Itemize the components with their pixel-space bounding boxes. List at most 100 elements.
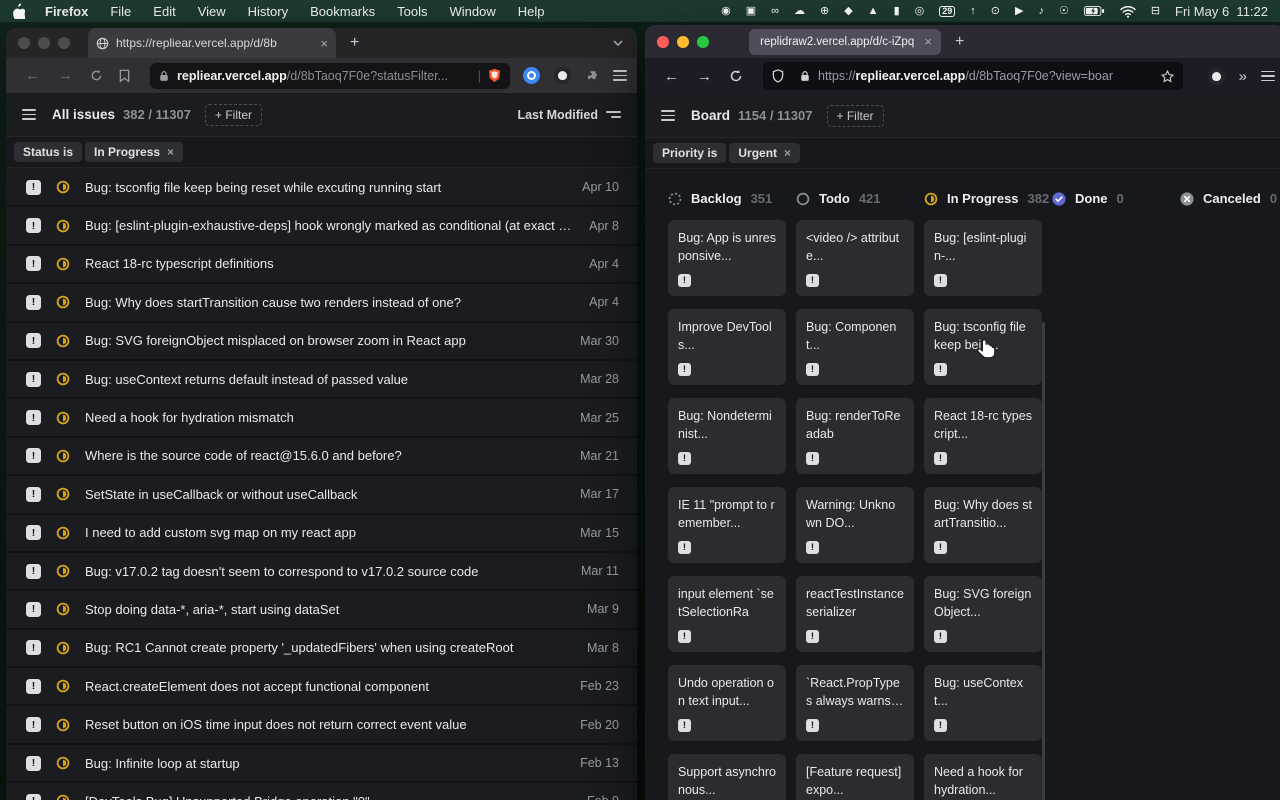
url-bar[interactable]: https://repliear.vercel.app/d/8bTaoq7F0e… — [763, 62, 1183, 90]
add-filter-button[interactable]: + Filter — [205, 104, 262, 126]
board-card[interactable]: <video /> attribute... ! — [796, 220, 914, 296]
apple-menu-icon[interactable] — [12, 3, 27, 19]
github-extension-icon[interactable] — [554, 67, 571, 84]
onepassword-icon[interactable]: ◎ — [915, 6, 925, 17]
issue-row[interactable]: ! React.createElement does not accept fu… — [6, 668, 637, 706]
column-scrollbar[interactable] — [1042, 322, 1045, 800]
close-tab-icon[interactable]: × — [320, 36, 328, 51]
volume-icon[interactable]: ♪ — [1038, 6, 1044, 17]
app-menu-icon[interactable] — [661, 110, 675, 121]
board-card[interactable]: Undo operation on text input... ! — [668, 665, 786, 741]
filter-value-chip[interactable]: In Progress × — [85, 142, 183, 162]
zoom-window-button[interactable] — [697, 36, 709, 48]
board-card[interactable]: Bug: Why does startTransitio... ! — [924, 487, 1042, 563]
issue-row[interactable]: ! [DevTools Bug] Unsupported Bridge oper… — [6, 783, 637, 800]
forward-button[interactable]: → — [58, 67, 73, 84]
issue-row[interactable]: ! React 18-rc typescript definitions Apr… — [6, 246, 637, 284]
issue-row[interactable]: ! Bug: [eslint-plugin-exhaustive-deps] h… — [6, 207, 637, 245]
menubar-menu-edit[interactable]: Edit — [153, 4, 175, 19]
board-card[interactable]: React 18-rc typescript... ! — [924, 398, 1042, 474]
back-button[interactable]: ← — [664, 68, 679, 85]
overflow-chevrons-icon[interactable]: » — [1239, 68, 1247, 85]
issue-row[interactable]: ! Bug: tsconfig file keep being reset wh… — [6, 169, 637, 207]
board-card[interactable]: Bug: tsconfig file keep bein... ! — [924, 309, 1042, 385]
new-tab-button[interactable]: + — [955, 33, 964, 51]
minimize-window-button[interactable] — [677, 36, 689, 48]
back-button[interactable]: ← — [25, 67, 40, 84]
board-card[interactable]: Warning: Unknown DO... ! — [796, 487, 914, 563]
menubar-menu-help[interactable]: Help — [518, 4, 545, 19]
play-icon[interactable]: ▶ — [1015, 6, 1023, 17]
app-menu-icon[interactable] — [22, 109, 36, 120]
board-card[interactable]: Support asynchronous... ! — [668, 754, 786, 800]
board-card[interactable]: input element `setSelectionRa ! — [668, 576, 786, 652]
forward-button[interactable]: → — [697, 68, 712, 85]
user-switch-icon[interactable]: ⊟ — [1151, 6, 1160, 17]
filter-value-chip[interactable]: Urgent × — [729, 143, 800, 163]
browser-menu-icon[interactable] — [1261, 71, 1275, 82]
board-card[interactable]: Bug: [eslint-plugin-... ! — [924, 220, 1042, 296]
issue-row[interactable]: ! Bug: v17.0.2 tag doesn't seem to corre… — [6, 553, 637, 591]
issue-row[interactable]: ! Bug: RC1 Cannot create property '_upda… — [6, 630, 637, 668]
board-card[interactable]: Improve DevTools... ! — [668, 309, 786, 385]
menubar-menu-history[interactable]: History — [248, 4, 288, 19]
menubar-app-name[interactable]: Firefox — [45, 4, 88, 19]
url-bar[interactable]: repliear.vercel.app /d/8bTaoq7F0e?status… — [150, 63, 510, 89]
close-window-button[interactable] — [18, 37, 30, 49]
browser-menu-icon[interactable] — [613, 70, 627, 81]
issue-row[interactable]: ! Bug: Infinite loop at startup Feb 13 — [6, 745, 637, 783]
issue-row[interactable]: ! I need to add custom svg map on my rea… — [6, 515, 637, 553]
issue-row[interactable]: ! Reset button on iOS time input does no… — [6, 706, 637, 744]
board-card[interactable]: Bug: useContext... ! — [924, 665, 1042, 741]
board-card[interactable]: Need a hook for hydration... ! — [924, 754, 1042, 800]
battery-icon[interactable] — [1084, 6, 1105, 16]
menubar-menu-tools[interactable]: Tools — [397, 4, 427, 19]
reload-button[interactable] — [90, 69, 103, 82]
issue-row[interactable]: ! Need a hook for hydration mismatch Mar… — [6, 399, 637, 437]
menubar-menu-file[interactable]: File — [110, 4, 131, 19]
sync-loop-icon[interactable]: ∞ — [771, 6, 779, 17]
tracking-shield-icon[interactable] — [772, 69, 784, 83]
extensions-puzzle-icon[interactable] — [585, 69, 599, 83]
issue-row[interactable]: ! Bug: SVG foreignObject misplaced on br… — [6, 323, 637, 361]
window-controls[interactable] — [657, 36, 709, 48]
issue-row[interactable]: ! Stop doing data-*, aria-*, start using… — [6, 591, 637, 629]
stats-bars-icon[interactable]: ▮ — [894, 6, 900, 17]
menubar-menu-view[interactable]: View — [198, 4, 226, 19]
remove-filter-icon[interactable]: × — [784, 146, 791, 160]
menubar-menu-window[interactable]: Window — [450, 4, 496, 19]
board-card[interactable]: IE 11 "prompt to remember... ! — [668, 487, 786, 563]
bookmark-icon[interactable] — [119, 69, 130, 83]
screen-record-icon[interactable]: ◉ — [721, 6, 731, 17]
cloud-icon[interactable]: ☁ — [794, 6, 805, 17]
board-card[interactable]: Bug: Component... ! — [796, 309, 914, 385]
board-card[interactable]: [Feature request] expo... ! — [796, 754, 914, 800]
calendar-icon[interactable]: 29 — [939, 6, 955, 17]
bookmark-star-icon[interactable] — [1161, 70, 1174, 83]
board-card[interactable]: `React.PropTypes always warns ab ! — [796, 665, 914, 741]
notification-icon[interactable]: ☉ — [1059, 6, 1069, 17]
sort-order-icon[interactable] — [606, 111, 621, 118]
window-controls[interactable] — [18, 37, 70, 49]
sort-label[interactable]: Last Modified — [517, 108, 598, 122]
add-filter-button[interactable]: + Filter — [827, 105, 884, 127]
issue-row[interactable]: ! Bug: Why does startTransition cause tw… — [6, 284, 637, 322]
close-window-button[interactable] — [657, 36, 669, 48]
docker-icon[interactable]: ⊕ — [820, 6, 829, 17]
brave-shield-icon[interactable] — [488, 68, 501, 83]
menubar-clock[interactable]: Fri May 6 11:22 — [1175, 4, 1268, 19]
upload-icon[interactable]: ↑ — [970, 6, 976, 17]
tab-search-chevron-icon[interactable] — [613, 40, 623, 46]
browser-tab[interactable]: replidraw2.vercel.app/d/c-iZpq × — [749, 29, 941, 55]
new-tab-button[interactable]: + — [350, 34, 359, 52]
board-card[interactable]: reactTestInstance serializer ! — [796, 576, 914, 652]
minimize-window-button[interactable] — [38, 37, 50, 49]
zoom-window-button[interactable] — [58, 37, 70, 49]
issue-row[interactable]: ! Where is the source code of react@15.6… — [6, 438, 637, 476]
power-menu-icon[interactable]: ⊙ — [991, 6, 1000, 17]
issue-row[interactable]: ! SetState in useCallback or without use… — [6, 476, 637, 514]
menubar-menu-bookmarks[interactable]: Bookmarks — [310, 4, 375, 19]
display-mirror-icon[interactable]: ▣ — [746, 6, 756, 17]
board-card[interactable]: Bug: SVG foreignObject... ! — [924, 576, 1042, 652]
board-card[interactable]: Bug: App is unresponsive... ! — [668, 220, 786, 296]
